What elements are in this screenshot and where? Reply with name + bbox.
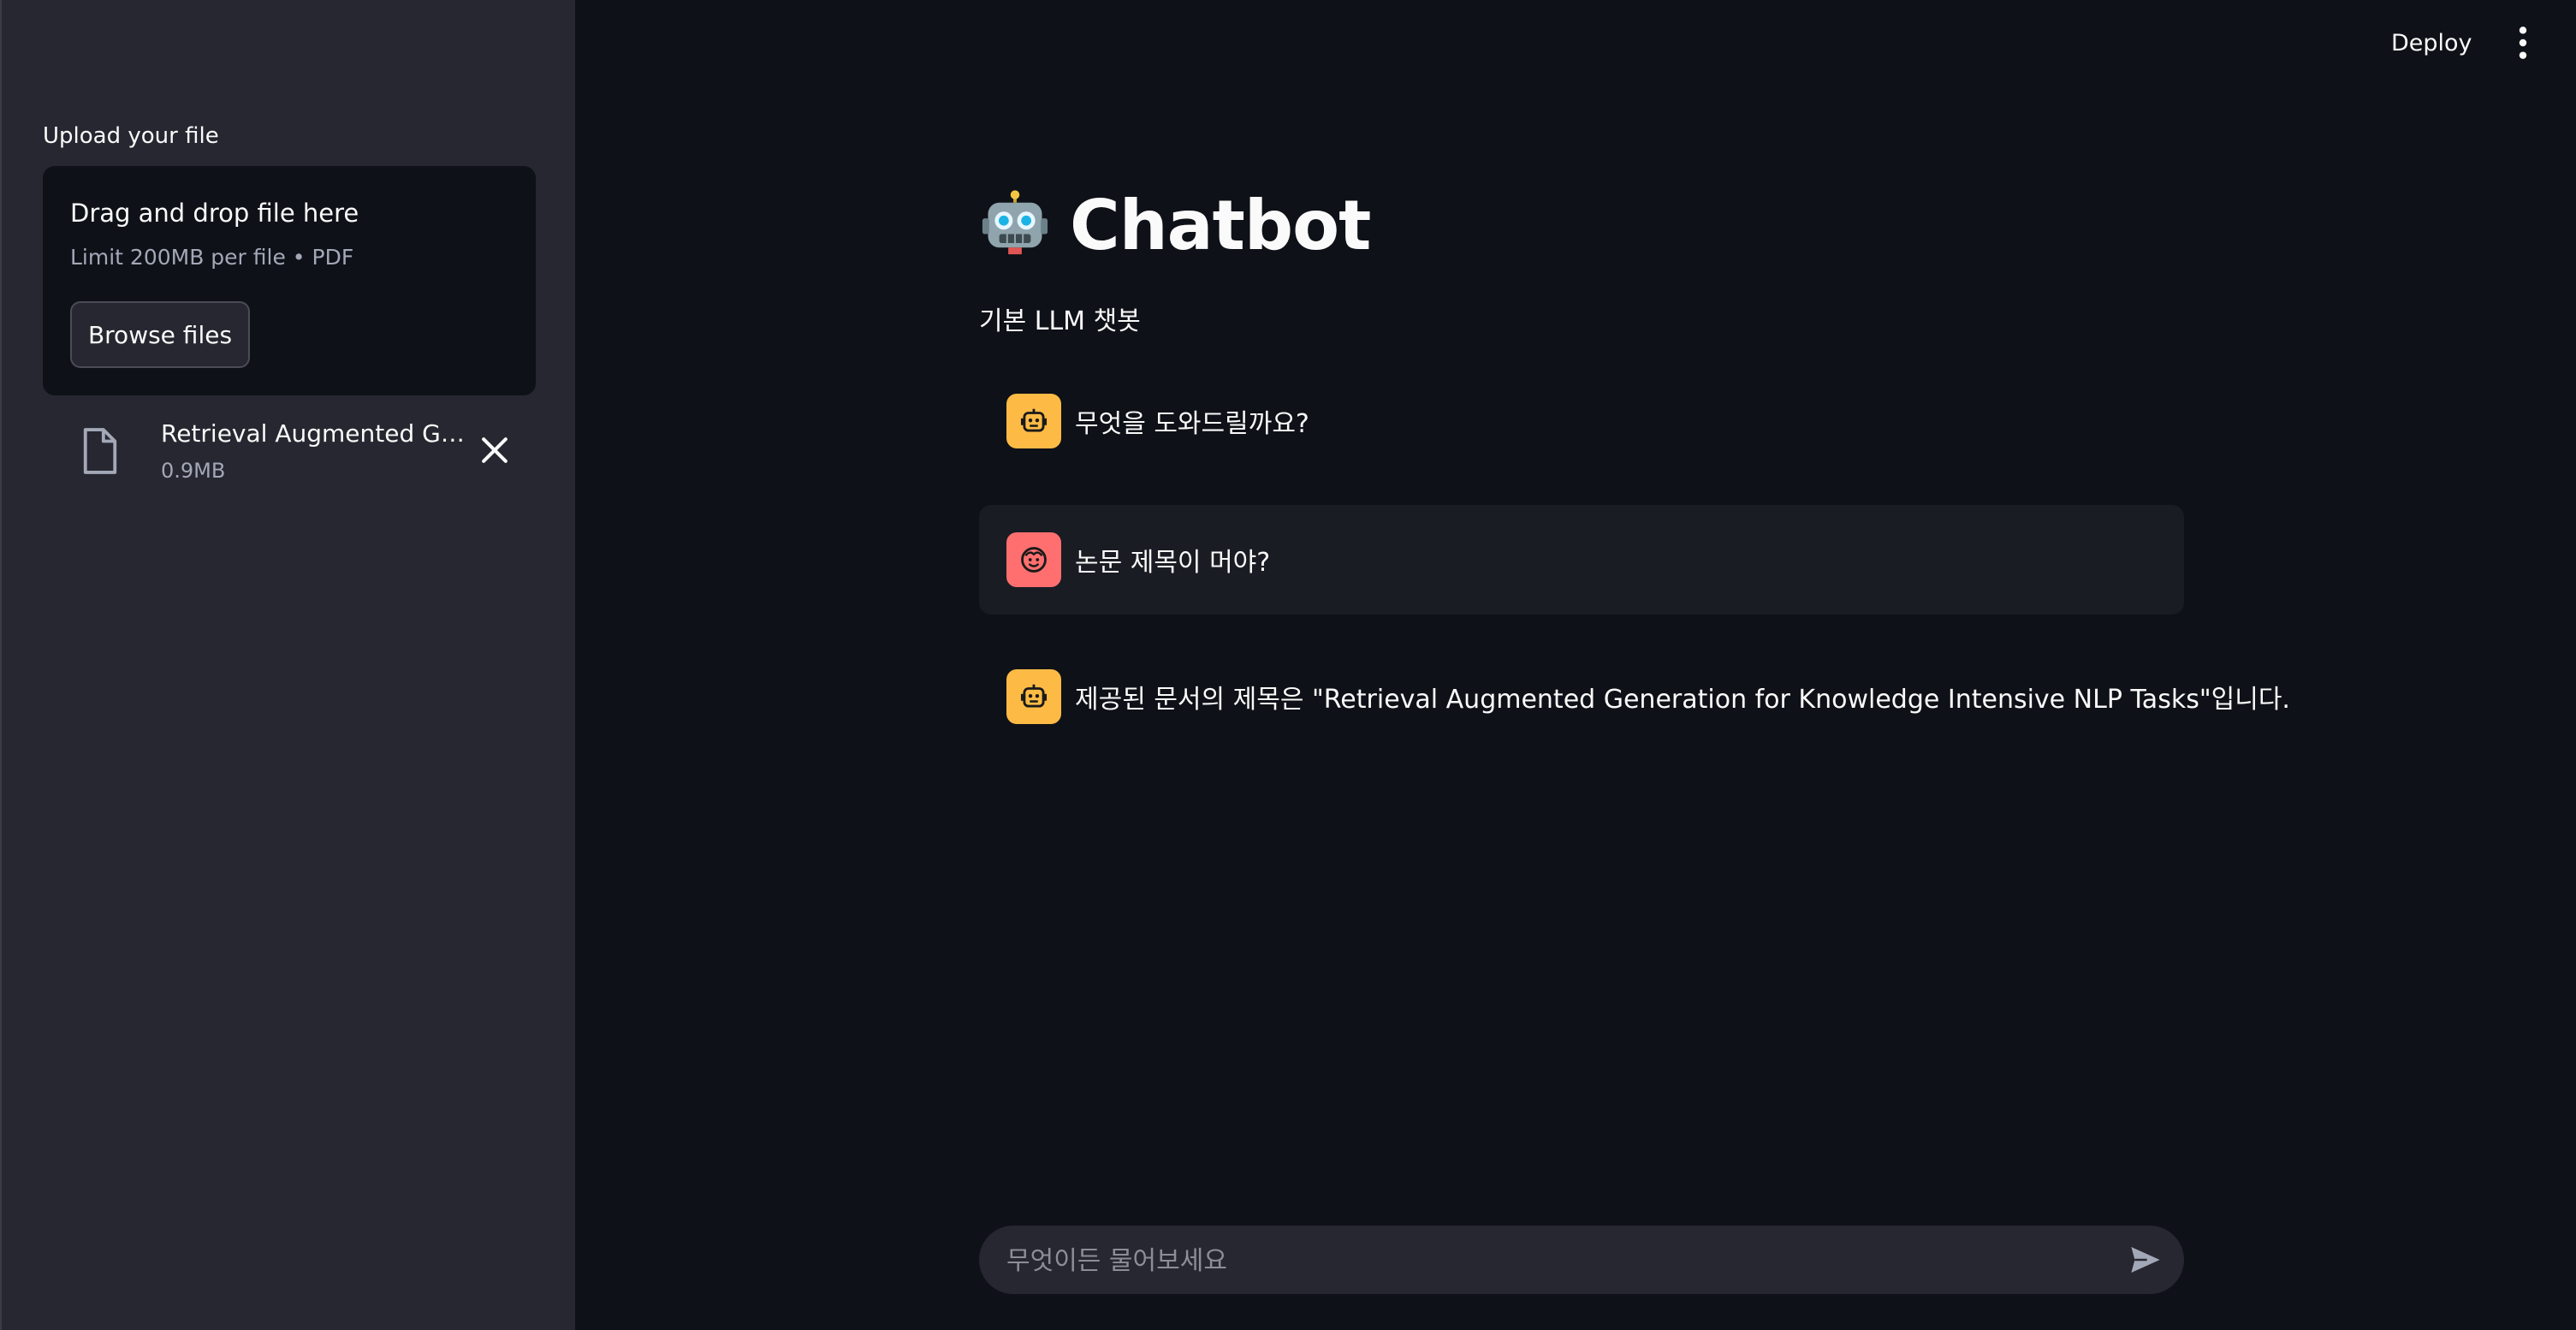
close-icon[interactable] xyxy=(476,431,513,469)
upload-label: Upload your file xyxy=(43,123,219,149)
chat-message-assistant: 무엇을 도와드릴까요? xyxy=(979,366,2184,476)
robot-icon xyxy=(1020,408,1048,432)
uploaded-file-size: 0.9MB xyxy=(161,459,226,483)
browse-files-button[interactable]: Browse files xyxy=(70,301,250,368)
smiley-face-icon xyxy=(1021,547,1047,573)
page-title-text: Chatbot xyxy=(1070,185,1371,265)
chat-message-user: 논문 제목이 머야? xyxy=(979,505,2184,615)
message-text: 논문 제목이 머야? xyxy=(1075,548,1271,578)
bot-avatar xyxy=(1006,669,1061,724)
uploaded-file-name: Retrieval Augmented Ge… xyxy=(161,419,469,448)
sidebar: Upload your file Drag and drop file here… xyxy=(0,0,575,1330)
dropzone-title: Drag and drop file here xyxy=(70,199,359,228)
bot-avatar xyxy=(1006,394,1061,448)
send-icon[interactable] xyxy=(2128,1243,2163,1277)
more-vertical-icon[interactable] xyxy=(2508,24,2538,62)
uploaded-file-item: Retrieval Augmented Ge… 0.9MB xyxy=(43,413,536,490)
deploy-button[interactable]: Deploy xyxy=(2391,26,2472,60)
robot-icon xyxy=(1020,684,1048,708)
message-text: 무엇을 도와드릴까요? xyxy=(1075,409,1309,439)
document-icon xyxy=(83,428,117,474)
message-text: 제공된 문서의 제목은 "Retrieval Augmented Generat… xyxy=(1075,685,2290,715)
page-subtitle: 기본 LLM 챗봇 xyxy=(979,306,1141,336)
file-dropzone[interactable]: Drag and drop file here Limit 200MB per … xyxy=(43,166,536,395)
chat-message-assistant: 제공된 문서의 제목은 "Retrieval Augmented Generat… xyxy=(979,642,2290,751)
user-avatar xyxy=(1006,532,1061,587)
chat-input-container xyxy=(979,1226,2184,1296)
chat-input[interactable] xyxy=(1005,1226,2121,1296)
robot-face-icon xyxy=(982,190,1048,255)
page-title: Chatbot xyxy=(979,178,1371,272)
app-root: Upload your file Drag and drop file here… xyxy=(0,0,2576,1330)
dropzone-limit: Limit 200MB per file • PDF xyxy=(70,245,354,270)
